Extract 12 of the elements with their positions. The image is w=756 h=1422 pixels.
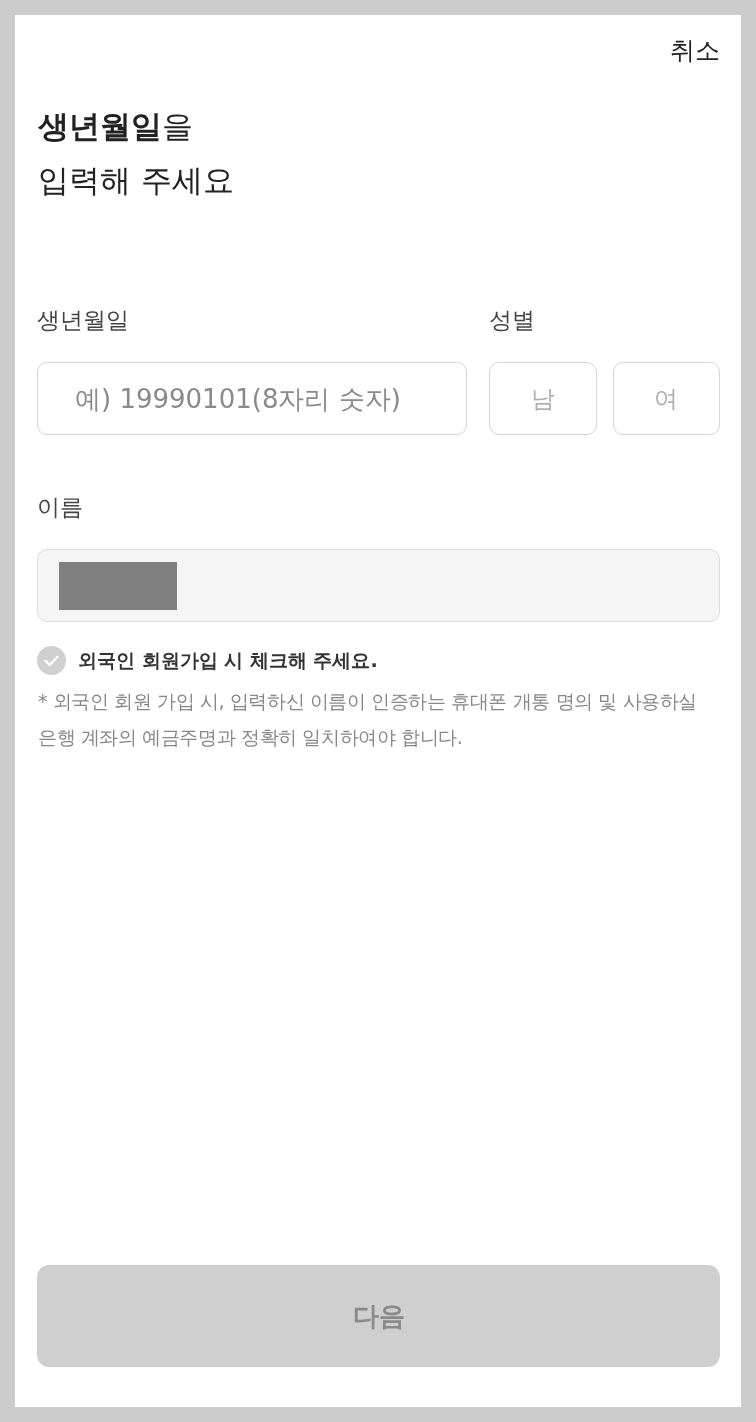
page-title: 생년월일을 입력해 주세요 <box>38 107 235 200</box>
birth-date-label: 생년월일 <box>37 306 130 335</box>
birth-date-field[interactable]: 예) 19990101(8자리 숫자) <box>37 362 467 435</box>
notice-text: * 외국인 회원 가입 시, 입력하신 이름이 인증하는 휴대폰 개통 명의 및 사용하실 은행 계좌의 예금주명과 정확히 일치하여야 합니다. <box>38 689 698 750</box>
cancel-button[interactable]: 취소 <box>670 35 720 66</box>
checkbox-icon[interactable] <box>37 646 66 675</box>
name-field[interactable] <box>37 549 720 622</box>
foreigner-check-label: 외국인 회원가입 시 체크해 주세요. <box>78 648 378 673</box>
name-label: 이름 <box>37 493 84 522</box>
gender-option[interactable]: 여 <box>612 362 720 435</box>
gender-option[interactable]: 남 <box>489 362 597 435</box>
gender-label: 성별 <box>489 306 536 335</box>
